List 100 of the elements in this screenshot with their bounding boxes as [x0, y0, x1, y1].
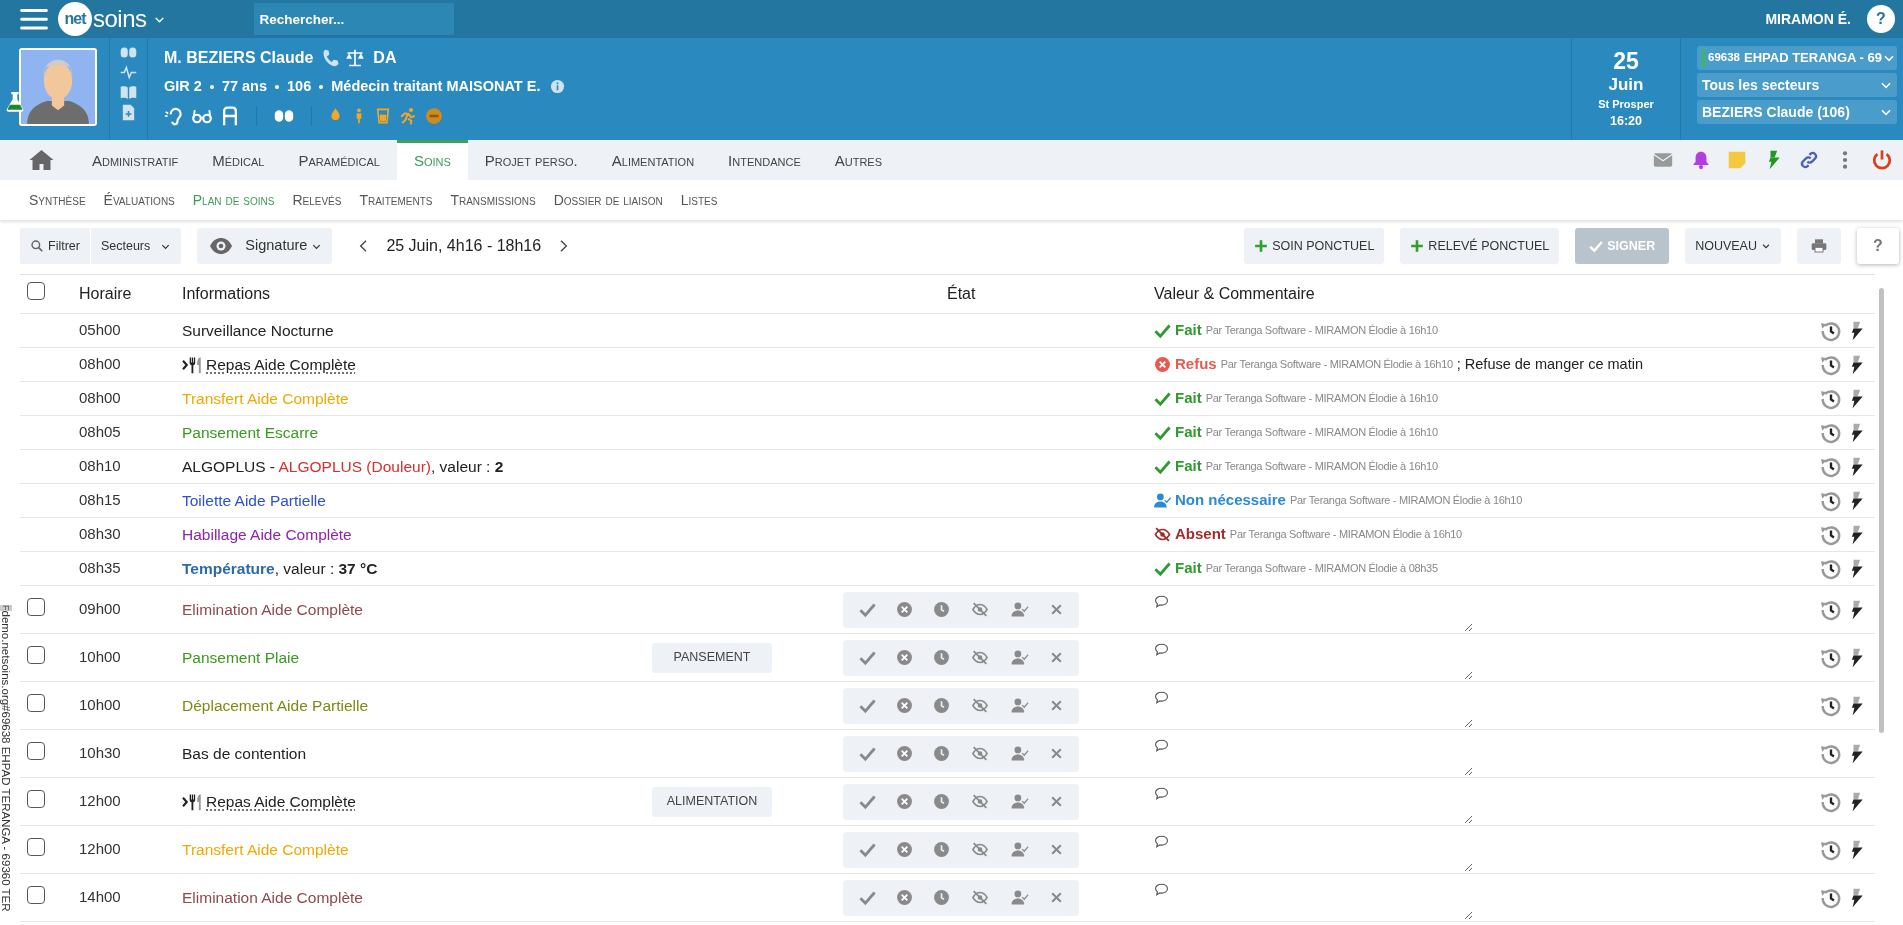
history-icon[interactable] — [1820, 455, 1842, 478]
clock-icon[interactable] — [933, 793, 950, 810]
nav-tab[interactable]: Intendance — [711, 140, 818, 180]
user-check-icon[interactable] — [1010, 745, 1030, 762]
history-icon[interactable] — [1820, 646, 1842, 669]
history-icon[interactable] — [1820, 742, 1842, 765]
nav-tab[interactable]: Paramédical — [281, 140, 397, 180]
close-icon[interactable] — [1050, 747, 1063, 760]
user-check-icon[interactable] — [1010, 841, 1030, 858]
sub-tab[interactable]: Traitements — [350, 189, 442, 211]
sub-tab[interactable]: Transmissions — [441, 189, 545, 211]
user-check-icon[interactable] — [1010, 697, 1030, 714]
check-icon[interactable] — [859, 841, 876, 858]
row-checkbox[interactable] — [27, 645, 45, 664]
clock-icon[interactable] — [933, 601, 950, 618]
user-check-icon[interactable] — [1010, 601, 1030, 618]
clock-icon[interactable] — [933, 649, 950, 666]
check-icon[interactable] — [859, 601, 876, 618]
scale-icon[interactable] — [345, 48, 366, 68]
sub-tab[interactable]: Listes — [671, 189, 727, 211]
select-all-checkbox[interactable] — [27, 282, 45, 300]
category-button[interactable]: ALIMENTATION — [652, 786, 772, 817]
document-plus-icon[interactable] — [120, 104, 137, 121]
eye-slash-icon[interactable] — [970, 889, 990, 906]
new-dropdown[interactable]: NOUVEAU — [1685, 228, 1781, 264]
help-button[interactable]: ? — [1857, 228, 1899, 264]
print-button[interactable] — [1797, 228, 1841, 264]
user-check-icon[interactable] — [1010, 793, 1030, 810]
history-icon[interactable] — [1820, 353, 1842, 376]
check-icon[interactable] — [859, 889, 876, 906]
check-icon[interactable] — [859, 649, 876, 666]
user-check-icon[interactable] — [1010, 649, 1030, 666]
close-icon[interactable] — [1050, 795, 1063, 808]
cross-circle-icon[interactable] — [896, 889, 913, 906]
cross-circle-icon[interactable] — [896, 649, 913, 666]
nav-tab[interactable]: Médical — [195, 140, 282, 180]
row-checkbox[interactable] — [27, 741, 45, 760]
close-icon[interactable] — [1050, 699, 1063, 712]
history-icon[interactable] — [1820, 838, 1842, 861]
history-icon[interactable] — [1820, 598, 1842, 621]
close-icon[interactable] — [1050, 891, 1063, 904]
eye-slash-icon[interactable] — [970, 745, 990, 762]
row-checkbox[interactable] — [27, 693, 45, 712]
history-icon[interactable] — [1820, 319, 1842, 342]
eye-slash-icon[interactable] — [970, 601, 990, 618]
scrollbar-thumb[interactable] — [1879, 288, 1884, 733]
sub-tab[interactable]: Relevés — [283, 189, 351, 211]
help-button[interactable]: ? — [1867, 5, 1895, 33]
nav-tab[interactable]: Administratif — [75, 140, 196, 180]
power-icon[interactable] — [1871, 149, 1893, 171]
eye-slash-icon[interactable] — [970, 649, 990, 666]
history-icon[interactable] — [1820, 557, 1842, 580]
cross-circle-icon[interactable] — [896, 601, 913, 618]
clock-icon[interactable] — [933, 841, 950, 858]
history-icon[interactable] — [1820, 523, 1842, 546]
row-checkbox[interactable] — [27, 597, 45, 616]
check-icon[interactable] — [859, 745, 876, 762]
nav-tab[interactable]: Soins — [396, 140, 468, 180]
row-checkbox[interactable] — [27, 789, 45, 808]
close-icon[interactable] — [1050, 603, 1063, 616]
row-checkbox[interactable] — [27, 885, 45, 904]
eye-slash-icon[interactable] — [970, 841, 990, 858]
clock-icon[interactable] — [933, 745, 950, 762]
add-button[interactable]: RELEVÉ PONCTUEL — [1400, 228, 1560, 264]
history-icon[interactable] — [1820, 421, 1842, 444]
mail-icon[interactable] — [1651, 150, 1675, 170]
user-check-icon[interactable] — [1010, 889, 1030, 906]
clock-icon[interactable] — [933, 889, 950, 906]
clock-icon[interactable] — [933, 697, 950, 714]
sub-tab[interactable]: Dossier de liaison — [544, 189, 672, 211]
search-field[interactable]: Rechercher... — [253, 3, 454, 35]
cross-circle-icon[interactable] — [896, 841, 913, 858]
category-button[interactable]: PANSEMENT — [652, 642, 772, 673]
history-icon[interactable] — [1820, 886, 1842, 909]
row-checkbox[interactable] — [27, 837, 45, 856]
pulse-icon[interactable] — [120, 64, 137, 81]
cross-circle-icon[interactable] — [896, 745, 913, 762]
close-icon[interactable] — [1050, 843, 1063, 856]
check-icon[interactable] — [859, 697, 876, 714]
home-icon[interactable] — [28, 148, 55, 172]
close-icon[interactable] — [1050, 651, 1063, 664]
book-icon[interactable] — [120, 84, 137, 101]
link-icon[interactable] — [1799, 150, 1819, 170]
nav-tab[interactable]: Alimentation — [594, 140, 712, 180]
nav-tab[interactable]: Autres — [817, 140, 900, 180]
info-icon[interactable] — [550, 79, 566, 95]
flask-icon[interactable] — [4, 90, 26, 114]
nav-tab[interactable]: Projet perso. — [467, 140, 595, 180]
history-icon[interactable] — [1820, 489, 1842, 512]
history-icon[interactable] — [1820, 790, 1842, 813]
sub-tab[interactable]: Évaluations — [94, 189, 184, 211]
history-icon[interactable] — [1820, 387, 1842, 410]
sub-tab[interactable]: Synthèse — [20, 189, 95, 211]
add-button[interactable]: SOIN PONCTUEL — [1244, 228, 1385, 264]
check-icon[interactable] — [859, 793, 876, 810]
bell-icon[interactable] — [1691, 150, 1711, 170]
cross-circle-icon[interactable] — [896, 793, 913, 810]
sub-tab[interactable]: Plan de soins — [183, 189, 284, 211]
eye-slash-icon[interactable] — [970, 697, 990, 714]
eye-slash-icon[interactable] — [970, 793, 990, 810]
